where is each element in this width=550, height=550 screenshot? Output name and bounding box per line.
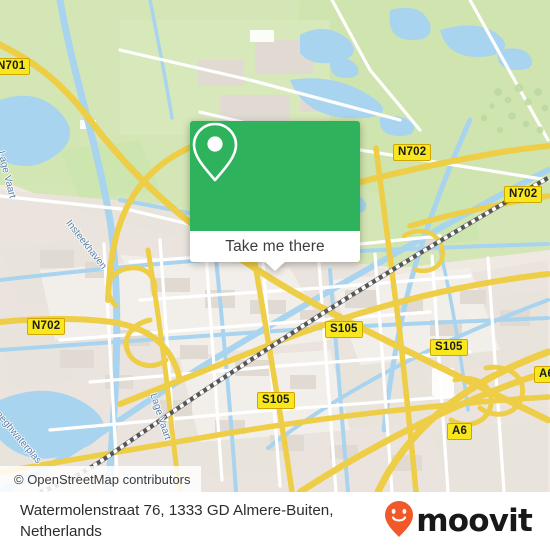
marker-card-icon-panel [190, 121, 360, 231]
map-screenshot: N701 N702 N702 N702 S105 S105 S105 A6 A6… [0, 0, 550, 550]
take-me-there-button[interactable]: Take me there [190, 231, 360, 271]
road-shield: N702 [504, 186, 543, 203]
road-shield: S105 [325, 321, 363, 338]
moovit-pin-smiley-icon [384, 500, 414, 543]
moovit-logo[interactable]: moovit [384, 500, 533, 543]
map-canvas[interactable]: N701 N702 N702 N702 S105 S105 S105 A6 A6… [0, 0, 550, 492]
moovit-wordmark: moovit [416, 502, 533, 539]
location-marker-card[interactable]: Take me there [190, 121, 360, 271]
footer-bar: Watermolenstraat 76, 1333 GD Almere-Buit… [0, 492, 550, 550]
road-shield: S105 [257, 392, 295, 409]
road-shield: N702 [393, 144, 432, 161]
address-block: Watermolenstraat 76, 1333 GD Almere-Buit… [20, 500, 333, 542]
road-shield: S105 [430, 339, 468, 356]
road-shield: N702 [27, 318, 66, 335]
road-shield: A6 [447, 423, 473, 440]
address-line-2: Netherlands [20, 523, 102, 540]
address-line-1: Watermolenstraat 76, 1333 GD Almere-Buit… [20, 502, 334, 519]
road-shield: N701 [0, 58, 31, 75]
map-attribution[interactable]: © OpenStreetMap contributors [0, 466, 201, 492]
take-me-there-label: Take me there [225, 237, 325, 255]
road-shield: A6 [534, 366, 550, 383]
marker-card-tail [264, 261, 286, 271]
attribution-text: © OpenStreetMap contributors [14, 471, 191, 487]
